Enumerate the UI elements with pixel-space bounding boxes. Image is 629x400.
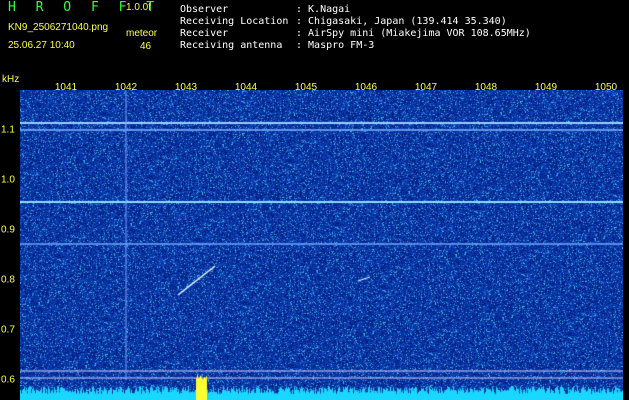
y-tick-0-6: 0.6 (1, 374, 15, 386)
info-antenna-value: : Maspro FM-3 (296, 40, 375, 51)
version-label: 1.0.0f (126, 2, 152, 13)
info-antenna-label: Receiving antenna (180, 40, 283, 51)
info-observer-label: Observer (180, 4, 229, 15)
meteor-count: 46 (140, 41, 152, 52)
spectrogram-plot (20, 90, 623, 400)
info-location-value: : Chigasaki, Japan (139.414 35.340) (296, 16, 507, 27)
info-receiver-value: : AirSpy mini (Miakejima VOR 108.65MHz) (296, 28, 531, 39)
info-location-label: Receiving Location (180, 16, 289, 27)
info-receiver-label: Receiver (180, 28, 229, 39)
y-tick-1-1: 1.1 (1, 124, 15, 136)
y-tick-0-8: 0.8 (1, 274, 15, 286)
khz-unit-label: kHz (2, 74, 20, 85)
y-tick-0-7: 0.7 (1, 324, 15, 336)
meteor-label: meteor (126, 28, 158, 39)
spectrogram-canvas (20, 90, 623, 400)
info-observer-value: : K.Nagai (296, 4, 351, 15)
y-tick-1-0: 1.0 (1, 174, 15, 186)
date-time: 25.06.27 10:40 (8, 40, 75, 51)
y-tick-0-9: 0.9 (1, 224, 15, 236)
file-name: KN9_2506271040.png (8, 22, 109, 33)
